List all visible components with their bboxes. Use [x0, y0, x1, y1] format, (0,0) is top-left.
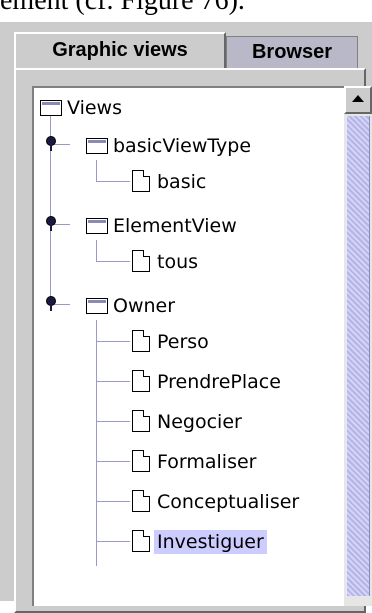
expand-handle-icon[interactable]: [46, 216, 56, 231]
tree-node-perso[interactable]: Perso: [154, 330, 212, 354]
document-caption-text: ement (cf. Figure 76).: [0, 0, 245, 16]
tree-connector: [96, 541, 130, 542]
tree-connector: [96, 341, 130, 342]
expand-handle-icon[interactable]: [46, 296, 56, 311]
vertical-scrollbar[interactable]: [344, 86, 372, 606]
tree-node-owner[interactable]: Owner: [110, 294, 178, 318]
tree-connector: [96, 261, 130, 262]
document-icon: [132, 490, 150, 512]
folder-icon: [86, 218, 108, 234]
tree-connector: [96, 240, 97, 262]
tree-connector: [96, 501, 130, 502]
scroll-thumb[interactable]: [346, 116, 370, 596]
tree-node-conceptualiser[interactable]: Conceptualiser: [154, 490, 302, 514]
tree-node-basicviewtype[interactable]: basicViewType: [110, 134, 254, 158]
tree-node-investiguer[interactable]: Investiguer: [154, 530, 267, 554]
document-icon: [132, 410, 150, 432]
document-icon: [132, 530, 150, 552]
document-icon: [132, 450, 150, 472]
tree-node-prendreplace[interactable]: PrendrePlace: [154, 370, 284, 394]
document-icon: [132, 330, 150, 352]
document-icon: [132, 170, 150, 192]
tab-graphic-views[interactable]: Graphic views: [14, 32, 226, 68]
tree-node-negocier[interactable]: Negocier: [154, 410, 245, 434]
folder-icon: [86, 298, 108, 314]
tree-connector: [96, 461, 130, 462]
tree-connector: [96, 320, 97, 566]
tree-connector: [96, 381, 130, 382]
tree-node-tous[interactable]: tous: [154, 250, 201, 274]
tree-connector: [96, 160, 97, 182]
tree-node-formaliser[interactable]: Formaliser: [154, 450, 259, 474]
document-icon: [132, 370, 150, 392]
folder-icon: [40, 100, 62, 116]
scroll-up-arrow-icon[interactable]: [344, 86, 372, 114]
document-icon: [132, 250, 150, 272]
tree-node-views[interactable]: Views: [64, 96, 125, 120]
expand-handle-icon[interactable]: [46, 136, 56, 151]
folder-icon: [86, 138, 108, 154]
tab-browser[interactable]: Browser: [226, 36, 358, 68]
tree-node-elementview[interactable]: ElementView: [110, 214, 240, 238]
views-tree: Views basicViewType basic ElementView to…: [32, 86, 344, 606]
tree-connector: [96, 421, 130, 422]
tree-node-basic[interactable]: basic: [154, 170, 209, 194]
tree-connector: [96, 181, 130, 182]
